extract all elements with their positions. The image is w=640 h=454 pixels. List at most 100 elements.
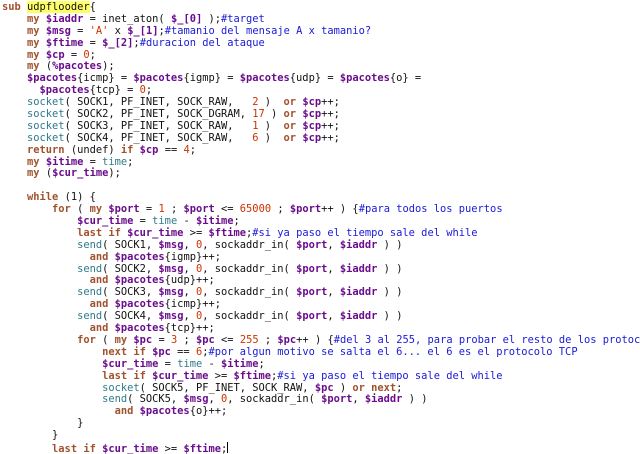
code-token: (1) { <box>64 191 96 204</box>
code-token: $ftime <box>233 369 272 382</box>
code-token: or next <box>352 381 397 394</box>
code-token: $port <box>289 203 322 216</box>
code-token: == <box>158 143 184 156</box>
code-token: >= <box>158 442 184 454</box>
code-token: $_[1] <box>127 24 159 37</box>
code-token: , <box>208 393 221 406</box>
code-token: ++ ) { <box>321 203 359 216</box>
code-token: $iaddr <box>339 238 378 251</box>
code-token: {icmp}++; <box>164 298 221 311</box>
code-token: $iaddr <box>339 310 378 323</box>
code-token: $ftime <box>45 36 84 49</box>
code-token: my <box>27 12 46 25</box>
code-token: ; <box>145 84 153 97</box>
code-token: , <box>327 238 340 251</box>
code-token: ); <box>102 60 115 73</box>
code-token: $_[2] <box>102 36 134 49</box>
code-token: ( SOCK5, <box>127 393 184 406</box>
code-token: socket <box>102 381 140 394</box>
code-token: time <box>177 357 203 370</box>
code-token: $ftime <box>183 442 221 454</box>
code-token: $pc <box>196 333 215 346</box>
code-token: 17 <box>252 108 265 121</box>
code-token: ( SOCK2, PF_INET, SOCK_DGRAM, <box>64 108 253 121</box>
code-token: $msg <box>158 262 184 275</box>
code-token: $port <box>108 203 140 216</box>
code-token: { <box>89 1 96 13</box>
code-token: $pacotes <box>114 250 165 263</box>
code-token: or <box>283 131 303 144</box>
code-token: ) ) <box>377 262 403 275</box>
code-token: ; <box>189 143 196 156</box>
code-token: = <box>64 48 84 61</box>
code-token: ( <box>77 203 90 216</box>
code-token: = <box>158 357 178 370</box>
code-token: ( SOCK4, <box>102 310 159 323</box>
code-token: $pacotes <box>114 322 165 335</box>
code-token: ) <box>258 96 284 109</box>
code-token: , sockaddr_in( <box>227 393 322 406</box>
code-token: ( SOCK1, PF_INET, SOCK_RAW, <box>64 96 253 109</box>
code-token: ++; <box>321 131 340 144</box>
code-token: and <box>89 298 115 311</box>
code-editor[interactable]: sub udpflooder{ my $iaddr = inet_aton( $… <box>0 0 640 454</box>
code-token: sub <box>2 1 28 13</box>
code-token: ( SOCK1, <box>102 238 159 251</box>
code-token: , <box>183 286 196 299</box>
code-token: , <box>327 310 340 323</box>
code-token: $iaddr <box>339 286 378 299</box>
code-token: $cur_time <box>102 357 159 370</box>
code-token: $pacotes <box>239 72 290 85</box>
code-token: and <box>89 322 115 335</box>
code-token: my <box>114 333 134 346</box>
code-token: $pacotes <box>339 72 390 85</box>
code-token: ( SOCK4, PF_INET, SOCK_RAW, <box>64 131 253 144</box>
code-token: $cp <box>302 96 322 109</box>
code-token: {tcp} = <box>89 84 140 97</box>
code-token: $msg <box>45 24 71 37</box>
code-token: my <box>27 155 46 168</box>
code-token: and <box>89 250 115 263</box>
code-token: , sockaddr_in( <box>202 310 297 323</box>
code-token: if <box>120 143 140 156</box>
text-cursor <box>227 441 229 453</box>
code-token: , sockaddr_in( <box>202 238 297 251</box>
code-token: $port <box>296 238 328 251</box>
code-token: {udp}++; <box>164 274 215 287</box>
code-token: send <box>77 262 103 275</box>
code-token: ; <box>164 203 184 216</box>
code-token: my <box>27 60 46 73</box>
code-token: $iaddr <box>339 262 378 275</box>
code-token: ( SOCK3, <box>102 286 159 299</box>
code-token: ; <box>127 155 134 168</box>
code-token: #del 3 al 255, para probar el resto de l… <box>333 333 640 346</box>
code-token: my <box>89 203 109 216</box>
code-token: $itime <box>195 215 234 228</box>
code-token: $port <box>321 393 353 406</box>
code-token: send <box>77 310 103 323</box>
code-token: $pc <box>277 333 297 346</box>
code-token: socket <box>27 108 65 121</box>
highlighted-token: udpflooder <box>27 1 90 13</box>
code-token: my <box>27 24 46 37</box>
code-token: ( SOCK2, <box>102 262 159 275</box>
code-text-area[interactable]: sub udpflooder{ my $iaddr = inet_aton( $… <box>2 1 640 454</box>
code-token: (undef) <box>70 143 121 156</box>
code-line: } <box>2 417 640 430</box>
code-token: ) <box>333 381 353 394</box>
code-token: #tamanio del mensaje A x tamanio? <box>164 24 372 37</box>
